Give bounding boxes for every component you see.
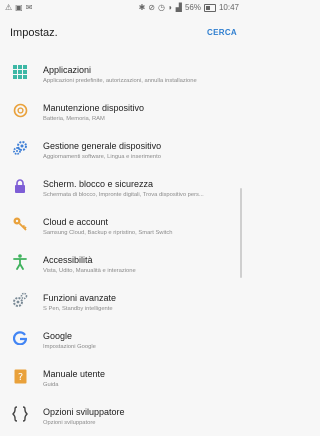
item-title: Opzioni sviluppatore bbox=[43, 407, 125, 417]
item-subtitle: Applicazioni predefinite, autorizzazioni… bbox=[43, 78, 197, 84]
item-title: Manutenzione dispositivo bbox=[43, 103, 145, 113]
accessibility-icon bbox=[12, 254, 28, 270]
item-subtitle: Opzioni sviluppatore bbox=[43, 420, 96, 426]
settings-list: Applicazioni Applicazioni predefinite, a… bbox=[0, 56, 245, 436]
item-subtitle: Aggiornamenti software, Lingua e inserim… bbox=[43, 154, 161, 160]
manual-icon: ? bbox=[12, 368, 28, 384]
settings-item-accessibilita[interactable]: Accessibilità Vista, Udito, Manualità e … bbox=[0, 246, 245, 284]
google-icon bbox=[12, 330, 28, 346]
item-title: Applicazioni bbox=[43, 65, 92, 75]
item-title: Manuale utente bbox=[43, 369, 106, 379]
clock: 10:47 bbox=[218, 3, 239, 12]
signal-icon: ▟ bbox=[175, 3, 182, 12]
notification-icons: ⚠ ▣ ✉ bbox=[5, 3, 32, 12]
alert-icon: ⚠ bbox=[5, 3, 13, 12]
battery-percent: 56% bbox=[184, 3, 201, 12]
item-subtitle: Schermata di blocco, Impronte digitali, … bbox=[43, 192, 204, 198]
search-button[interactable]: CERCA bbox=[207, 28, 237, 37]
page-title: Impostaz. bbox=[10, 27, 58, 39]
battery-icon bbox=[203, 3, 216, 12]
svg-text:?: ? bbox=[17, 372, 22, 383]
key-icon bbox=[12, 216, 28, 232]
advanced-gears-icon bbox=[12, 292, 28, 308]
apps-grid-icon bbox=[12, 64, 28, 80]
item-title: Scherm. blocco e sicurezza bbox=[43, 179, 154, 189]
item-title: Gestione generale dispositivo bbox=[43, 141, 162, 151]
system-status: ✱ ⊘ ◷ ◗ ▟ 56% 10:47 bbox=[139, 3, 239, 12]
settings-item-sicurezza[interactable]: Scherm. blocco e sicurezza Schermata di … bbox=[0, 170, 245, 208]
bluetooth-icon: ✱ bbox=[138, 3, 146, 12]
settings-item-cloud-account[interactable]: Cloud e account Samsung Cloud, Backup e … bbox=[0, 208, 245, 246]
settings-item-gestione-generale[interactable]: Gestione generale dispositivo Aggiorname… bbox=[0, 132, 245, 170]
status-bar: ⚠ ▣ ✉ ✱ ⊘ ◷ ◗ ▟ 56% 10:47 bbox=[0, 0, 245, 16]
item-title: Cloud e account bbox=[43, 217, 109, 227]
item-subtitle: S Pen, Standby intelligente bbox=[43, 306, 113, 312]
settings-item-applicazioni[interactable]: Applicazioni Applicazioni predefinite, a… bbox=[0, 56, 245, 94]
item-title: Google bbox=[43, 331, 73, 341]
app-bar: Impostaz. CERCA bbox=[0, 16, 245, 52]
settings-item-manutenzione[interactable]: Manutenzione dispositivo Batteria, Memor… bbox=[0, 94, 245, 132]
gears-icon bbox=[12, 140, 28, 156]
device-maintenance-icon bbox=[12, 102, 28, 118]
item-title: Accessibilità bbox=[43, 255, 93, 265]
alarm-icon: ◷ bbox=[157, 3, 165, 12]
item-title: Funzioni avanzate bbox=[43, 293, 117, 303]
developer-braces-icon bbox=[12, 406, 28, 422]
item-subtitle: Vista, Udito, Manualità e interazione bbox=[43, 268, 136, 274]
image-icon: ▣ bbox=[15, 3, 23, 12]
scrollbar[interactable] bbox=[240, 188, 242, 278]
settings-item-manuale-utente[interactable]: ? Manuale utente Guida bbox=[0, 360, 245, 398]
settings-item-opzioni-sviluppatore[interactable]: Opzioni sviluppatore Opzioni sviluppator… bbox=[0, 398, 245, 436]
lock-icon bbox=[12, 178, 28, 194]
item-subtitle: Samsung Cloud, Backup e ripristino, Smar… bbox=[43, 230, 173, 236]
settings-item-funzioni-avanzate[interactable]: Funzioni avanzate S Pen, Standby intelli… bbox=[0, 284, 245, 322]
wifi-icon: ◗ bbox=[167, 3, 173, 12]
settings-item-google[interactable]: Google Impostazioni Google bbox=[0, 322, 245, 360]
mute-icon: ⊘ bbox=[148, 3, 155, 12]
item-subtitle: Guida bbox=[43, 382, 59, 388]
item-subtitle: Batteria, Memoria, RAM bbox=[43, 116, 105, 122]
email-icon: ✉ bbox=[25, 3, 33, 12]
item-subtitle: Impostazioni Google bbox=[43, 344, 96, 350]
